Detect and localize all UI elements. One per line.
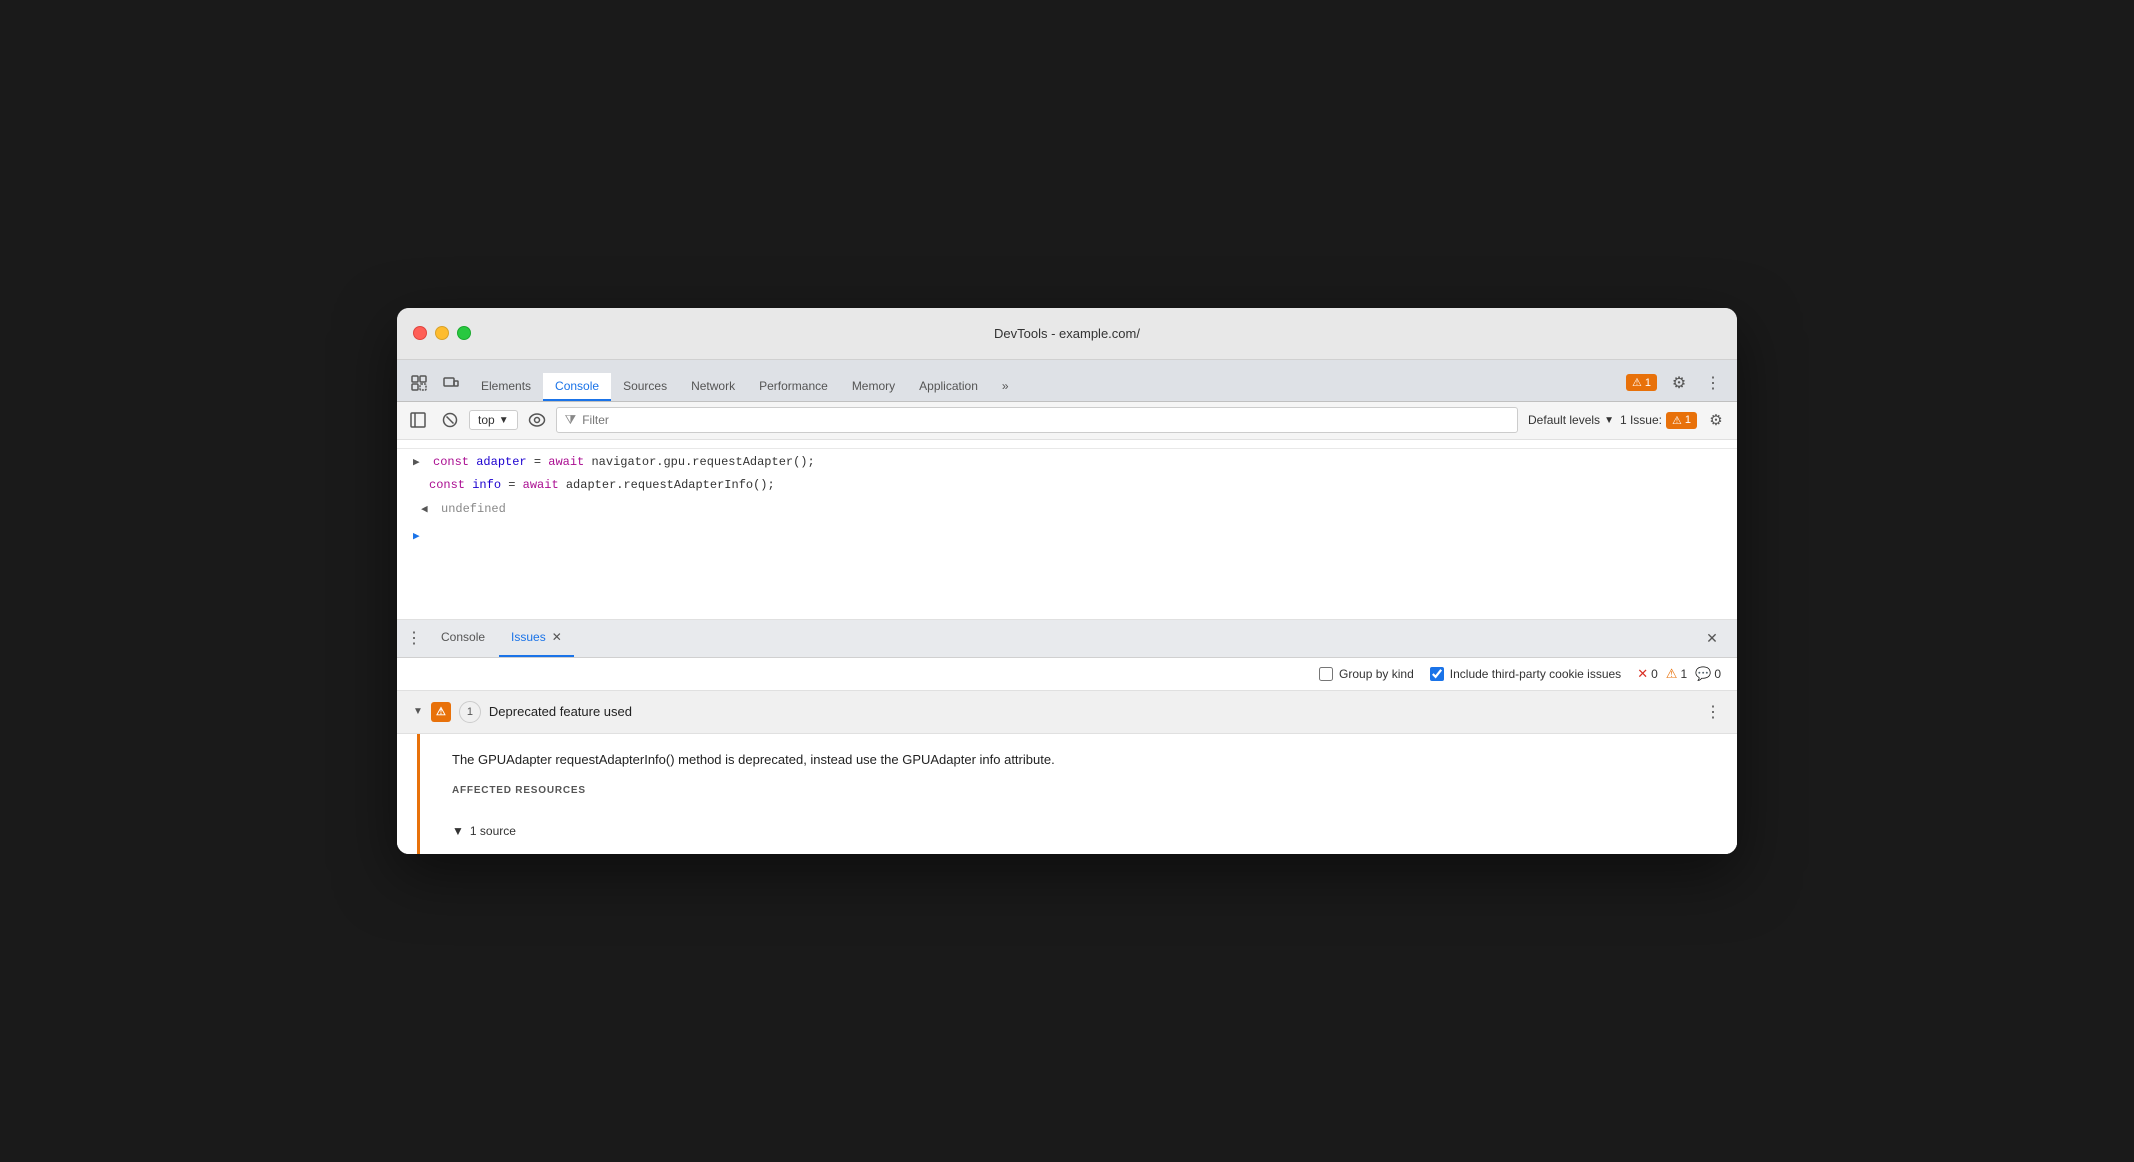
inspector-icon[interactable] [405,369,433,397]
chevron-down-icon: ▼ [499,415,509,426]
window-title: DevTools - example.com/ [994,326,1140,341]
issues-counts-display: ✕ 0 ⚠ 1 💬 0 [1637,666,1721,682]
tab-issues-panel[interactable]: Issues ✕ [499,619,574,657]
prompt-icon: ▶ [413,529,425,547]
maximize-button[interactable] [457,326,471,340]
default-levels-selector[interactable]: Default levels ▼ [1528,413,1614,427]
tab-console[interactable]: Console [543,373,611,401]
issue-warning-badge: ⚠ [431,702,451,722]
filter-icon: ⧩ [565,412,577,428]
expand-icon[interactable]: ▶ [413,455,425,473]
group-by-kind-checkbox-label[interactable]: Group by kind [1319,667,1414,681]
console-prompt-line[interactable]: ▶ [397,525,1737,549]
error-count-badge: ✕ 0 [1637,666,1658,682]
console-toolbar: top ▼ ⧩ Default levels ▼ 1 Issue: ⚠ 1 ⚙ [397,402,1737,440]
more-options-icon[interactable]: ⋮ [1701,369,1725,397]
warning-icon-small: ⚠ [1672,414,1682,427]
chevron-down-small-icon: ▼ [452,824,464,838]
warning-count-badge: ⚠ 1 [1666,666,1687,682]
tab-console-panel[interactable]: Console [429,619,497,657]
context-selector[interactable]: top ▼ [469,410,518,430]
console-output: ▶ const adapter = await navigator.gpu.re… [397,440,1737,620]
console-input-line: ▶ const adapter = await navigator.gpu.re… [397,448,1737,475]
third-party-checkbox[interactable] [1430,667,1444,681]
bottom-panel-tabs: ⋮ Console Issues ✕ ✕ [397,620,1737,658]
warning-badge[interactable]: ⚠ 1 [1626,374,1657,391]
tab-icon-group [401,369,469,401]
group-by-kind-checkbox[interactable] [1319,667,1333,681]
devtools-tabs-actions: ⚠ 1 ⚙ ⋮ [1618,369,1733,401]
issues-filter-toolbar: Group by kind Include third-party cookie… [397,658,1737,691]
tab-more[interactable]: » [990,373,1021,401]
close-issues-tab-icon[interactable]: ✕ [552,630,562,644]
responsive-icon[interactable] [437,369,465,397]
traffic-lights [413,326,471,340]
chevron-down-icon: ▼ [413,706,423,717]
return-arrow-icon: ◀ [421,502,433,520]
source-toggle[interactable]: ▼ 1 source [452,824,1713,838]
third-party-checkbox-label[interactable]: Include third-party cookie issues [1430,667,1621,681]
issue-group-header[interactable]: ▼ ⚠ 1 Deprecated feature used ⋮ [397,691,1737,734]
issue-group-more-icon[interactable]: ⋮ [1705,702,1721,722]
affected-resources-label: AFFECTED RESOURCES [452,785,1713,796]
code-line2: const info = await adapter.requestAdapte… [429,476,775,495]
bottom-panel: ⋮ Console Issues ✕ ✕ Group by kind Inclu… [397,620,1737,855]
console-input-line2: const info = await adapter.requestAdapte… [397,474,1737,497]
filter-input[interactable] [582,413,1509,427]
console-return-line: ◀ undefined [397,498,1737,522]
console-settings-icon[interactable]: ⚙ [1703,407,1729,433]
issue-group-title: Deprecated feature used [489,704,632,719]
warning-icon: ⚠ [1632,376,1642,389]
devtools-tab-bar: Elements Console Sources Network Perform… [397,360,1737,402]
chevron-down-icon: ▼ [1604,415,1614,426]
error-icon: ✕ [1637,666,1648,682]
issue-count-circle: 1 [459,701,481,723]
issue-group-deprecated: ▼ ⚠ 1 Deprecated feature used ⋮ The GPUA… [397,691,1737,855]
eye-icon[interactable] [524,407,550,433]
tab-performance[interactable]: Performance [747,373,840,401]
tab-memory[interactable]: Memory [840,373,907,401]
filter-bar: ⧩ [556,407,1518,433]
tab-elements[interactable]: Elements [469,373,543,401]
issue-detail: The GPUAdapter requestAdapterInfo() meth… [417,734,1737,855]
tab-sources[interactable]: Sources [611,373,679,401]
close-button[interactable] [413,326,427,340]
title-bar: DevTools - example.com/ [397,308,1737,360]
devtools-window: DevTools - example.com/ Elements [397,308,1737,855]
panel-close-icon[interactable]: ✕ [1699,625,1725,651]
minimize-button[interactable] [435,326,449,340]
tab-application[interactable]: Application [907,373,990,401]
issues-warning-badge[interactable]: ⚠ 1 [1666,412,1697,429]
panel-more-icon[interactable]: ⋮ [401,625,427,651]
info-count-badge: 💬 0 [1695,666,1721,682]
warning-count-icon: ⚠ [1666,666,1678,682]
settings-gear-icon[interactable]: ⚙ [1665,369,1693,397]
sidebar-toggle-icon[interactable] [405,407,431,433]
tab-network[interactable]: Network [679,373,747,401]
code-line1: const adapter = await navigator.gpu.requ… [433,453,815,472]
info-icon: 💬 [1695,666,1711,682]
clear-console-icon[interactable] [437,407,463,433]
issues-count-display: 1 Issue: ⚠ 1 [1620,412,1697,429]
issue-description: The GPUAdapter requestAdapterInfo() meth… [452,750,1713,770]
